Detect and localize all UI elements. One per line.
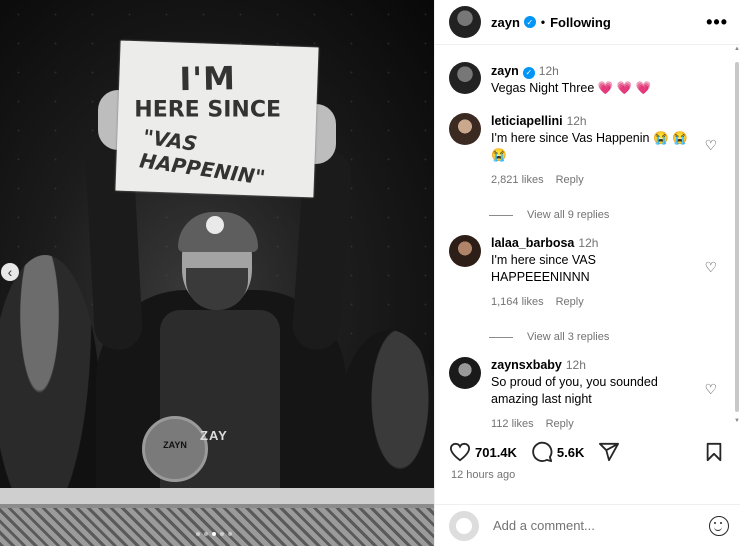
avatar[interactable] <box>449 6 481 38</box>
save-button[interactable] <box>705 442 727 462</box>
comment-likes[interactable]: 1,164 likes <box>491 294 544 311</box>
heart-icon <box>449 442 471 462</box>
sign-line-3: "VAS HAPPENIN" <box>138 124 267 190</box>
carousel-dot <box>196 532 200 536</box>
post-timestamp[interactable]: 12 hours ago <box>451 469 515 481</box>
post-photo[interactable]: ZAYN ZAY I'M HERE SINCE "VAS HAPPENIN" ‹ <box>0 0 434 546</box>
post-header: zayn ✓ • Following ••• <box>435 0 740 45</box>
post-details-panel: zayn ✓ • Following ••• zayn ✓ 12h Vegas Ni… <box>434 0 740 546</box>
comment-likes[interactable]: 112 likes <box>491 416 534 432</box>
carousel-dot-active <box>212 532 216 536</box>
comments-scrollbar[interactable] <box>734 52 740 432</box>
bookmark-icon <box>706 442 722 462</box>
separator: • <box>540 15 546 29</box>
comments-list[interactable]: zayn ✓ 12h Vegas Night Three 💗 💗 💗 leticia… <box>435 52 735 432</box>
carousel-indicator <box>196 532 232 536</box>
shirt-text: ZAY <box>200 428 228 443</box>
comment-text: So proud of you, you sounded amazing las… <box>491 375 658 406</box>
add-comment-bar: Add a comment... <box>435 504 740 546</box>
avatar[interactable] <box>449 113 481 145</box>
caption-username[interactable]: zayn <box>491 64 519 78</box>
barricade <box>0 488 434 546</box>
add-comment-input[interactable]: Add a comment... <box>493 518 709 533</box>
sign-line-1: I'M <box>179 59 237 99</box>
share-paper-plane-icon <box>599 442 620 462</box>
comment-text: I'm here since VAS HAPPEEENINNN <box>491 253 596 284</box>
view-replies-label: View all 3 replies <box>527 331 610 343</box>
verified-badge-icon: ✓ <box>522 66 535 79</box>
share-button[interactable] <box>598 442 624 462</box>
comment-count[interactable]: 5.6K <box>557 445 584 460</box>
like-comment-heart-icon[interactable]: ♡ <box>704 381 717 398</box>
carousel-dot <box>204 532 208 536</box>
comment-button[interactable]: 5.6K <box>531 441 584 463</box>
avatar <box>449 510 479 541</box>
view-replies-button[interactable]: View all 9 replies <box>489 209 735 221</box>
sign-line-2: HERE SINCE <box>134 97 281 123</box>
caption-emoji: 💗 💗 💗 <box>597 81 652 95</box>
like-button[interactable]: 701.4K <box>449 442 517 462</box>
view-replies-label: View all 9 replies <box>527 209 610 221</box>
divider <box>489 336 513 338</box>
caption: zayn ✓ 12h Vegas Night Three 💗 💗 💗 <box>435 52 735 97</box>
comment: lalaa_barbosa 12h I'm here since VAS HAPP… <box>435 235 735 311</box>
comment: zaynsxbaby 12h So proud of you, you sound… <box>435 357 735 432</box>
comment-username[interactable]: zaynsxbaby <box>491 358 562 372</box>
scrollbar-thumb[interactable] <box>735 62 739 412</box>
comment-username[interactable]: lalaa_barbosa <box>491 236 574 250</box>
comment-bubble-icon <box>532 441 553 463</box>
comment-username[interactable]: leticiapellini <box>491 114 563 128</box>
reply-button[interactable]: Reply <box>556 172 584 189</box>
more-options-icon[interactable]: ••• <box>706 12 728 33</box>
scroll-down-arrow-icon[interactable]: ▼ <box>734 418 740 424</box>
divider <box>489 214 513 216</box>
comment-likes[interactable]: 2,821 likes <box>491 172 544 189</box>
comment-text: I'm here since Vas Happenin 😭 😭 😭 <box>491 131 688 162</box>
carousel-dot <box>220 532 224 536</box>
comment: leticiapellini 12h I'm here since Vas Hap… <box>435 113 735 189</box>
comment-time[interactable]: 12h <box>578 236 598 250</box>
reply-button[interactable]: Reply <box>556 294 584 311</box>
like-comment-heart-icon[interactable]: ♡ <box>704 259 717 276</box>
header-username[interactable]: zayn <box>491 15 520 30</box>
avatar[interactable] <box>449 357 481 389</box>
handmade-sign: I'M HERE SINCE "VAS HAPPENIN" <box>115 40 319 198</box>
action-bar: 701.4K 5.6K <box>435 437 740 467</box>
verified-badge-icon: ✓ <box>523 16 536 28</box>
view-replies-button[interactable]: View all 3 replies <box>489 331 735 343</box>
caption-time[interactable]: 12h <box>539 64 559 78</box>
previous-photo-button[interactable]: ‹ <box>1 263 19 281</box>
following-button[interactable]: Following <box>550 15 611 30</box>
caption-text: Vegas Night Three <box>491 81 595 95</box>
reply-button[interactable]: Reply <box>546 416 574 432</box>
comment-time[interactable]: 12h <box>567 114 587 128</box>
avatar[interactable] <box>449 235 481 267</box>
badge-text: ZAYN <box>163 440 187 450</box>
barricade-rail <box>0 488 434 504</box>
avatar[interactable] <box>449 62 481 94</box>
comment-time[interactable]: 12h <box>566 358 586 372</box>
like-count[interactable]: 701.4K <box>475 445 517 460</box>
like-comment-heart-icon[interactable]: ♡ <box>704 137 717 154</box>
cap-flower-icon <box>206 216 224 234</box>
emoji-icon[interactable] <box>709 515 729 536</box>
carousel-dot <box>228 532 232 536</box>
barricade-mesh <box>0 508 434 546</box>
